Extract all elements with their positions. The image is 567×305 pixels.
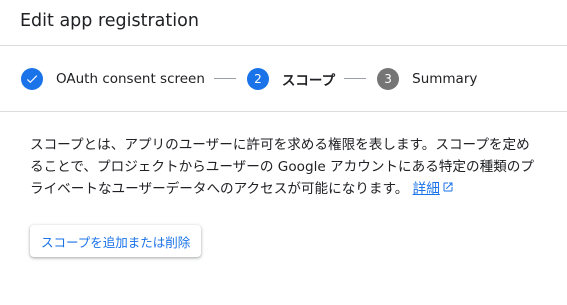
- page-header: Edit app registration: [0, 0, 567, 46]
- check-icon: [21, 67, 43, 90]
- description-text: スコープとは、アプリのユーザーに許可を求める権限を表します。スコープを定めること…: [30, 137, 534, 197]
- step-label: OAuth consent screen: [56, 70, 205, 87]
- page-title: Edit app registration: [20, 11, 199, 31]
- stepper: OAuth consent screen 2 スコープ 3 Summary: [0, 46, 567, 112]
- step-connector: [213, 78, 236, 79]
- scopes-section: スコープとは、アプリのユーザーに許可を求める権限を表します。スコープを定めること…: [0, 112, 567, 257]
- step-scopes[interactable]: 2 スコープ: [246, 67, 336, 90]
- step-oauth-consent-screen[interactable]: OAuth consent screen: [21, 67, 205, 90]
- step-label: Summary: [412, 70, 478, 87]
- step-number: 2: [246, 67, 269, 90]
- add-or-remove-scopes-button[interactable]: スコープを追加または削除: [30, 225, 202, 257]
- step-label: スコープ: [281, 72, 336, 89]
- step-summary[interactable]: 3 Summary: [377, 67, 478, 90]
- learn-more-label: 詳細: [412, 181, 440, 197]
- step-number: 3: [377, 67, 400, 90]
- scopes-description: スコープとは、アプリのユーザーに許可を求める権限を表します。スコープを定めること…: [30, 134, 535, 200]
- step-connector: [344, 78, 367, 79]
- open-in-new-icon: [442, 178, 454, 200]
- learn-more-link[interactable]: 詳細: [413, 181, 454, 197]
